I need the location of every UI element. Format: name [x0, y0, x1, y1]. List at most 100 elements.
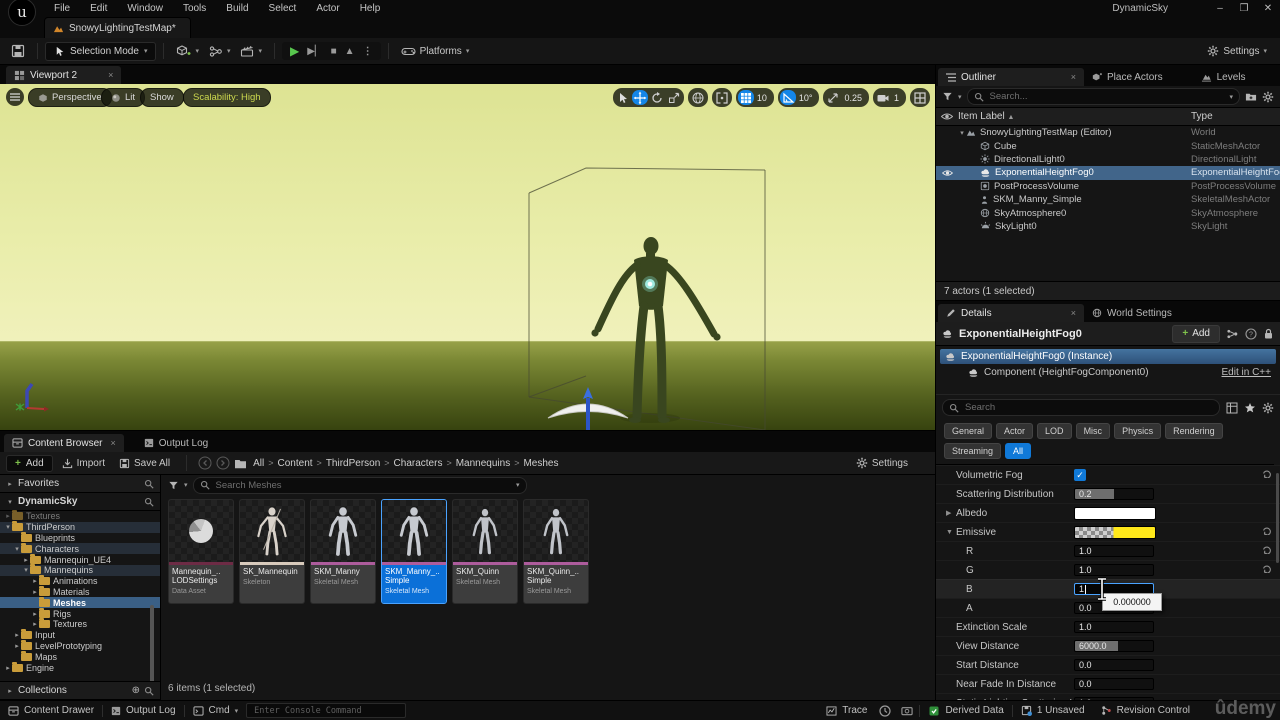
- derived-data-button[interactable]: Derived Data: [920, 701, 1011, 720]
- expand-caret[interactable]: ▸: [13, 631, 21, 639]
- filter-chip-streaming[interactable]: Streaming: [944, 443, 1001, 459]
- tree-item-animations[interactable]: ▸Animations: [0, 576, 160, 587]
- expand-caret[interactable]: ▸: [31, 620, 39, 628]
- expand-caret[interactable]: ▸: [31, 610, 39, 618]
- filter-chip-lod[interactable]: LOD: [1037, 423, 1072, 439]
- scalability-button[interactable]: Scalability: High: [183, 88, 271, 107]
- property-slider[interactable]: 6000.0: [1074, 640, 1154, 652]
- outliner-row[interactable]: ExponentialHeightFog0ExponentialHeightFo…: [936, 166, 1280, 179]
- grid-snap-icon[interactable]: [738, 90, 754, 105]
- close-icon[interactable]: ×: [110, 438, 115, 448]
- output-log-button[interactable]: Output Log: [103, 701, 183, 720]
- tree-item-engine[interactable]: ▸Engine: [0, 662, 160, 673]
- filter-funnel-icon[interactable]: [942, 91, 953, 102]
- property-slider[interactable]: 0.2: [1074, 488, 1154, 500]
- blueprint-convert-icon[interactable]: [1226, 328, 1239, 340]
- viewport-options-button[interactable]: [6, 88, 24, 106]
- outliner-row[interactable]: SkyAtmosphere0SkyAtmosphere: [936, 206, 1280, 219]
- color-swatch[interactable]: [1074, 507, 1156, 520]
- tree-item-characters[interactable]: ▾Characters: [0, 543, 160, 554]
- asset-tile-2[interactable]: SK_MannequinSkeleton: [239, 499, 305, 604]
- forward-icon[interactable]: [216, 456, 230, 470]
- content-browser-tab[interactable]: Content Browser ×: [4, 434, 124, 452]
- asset-tile-1[interactable]: Mannequin_.. LODSettingsData Asset: [168, 499, 234, 604]
- property-field[interactable]: 1.0: [1074, 564, 1154, 576]
- property-field[interactable]: 1.0: [1074, 545, 1154, 557]
- output-log-tab[interactable]: Output Log: [136, 434, 216, 452]
- details-tab[interactable]: Details ×: [938, 304, 1084, 322]
- details-search[interactable]: [942, 399, 1220, 416]
- skip-button[interactable]: ▶▏: [307, 46, 322, 57]
- menu-tools[interactable]: Tools: [173, 0, 216, 17]
- expand-caret[interactable]: ▾: [958, 129, 966, 137]
- gear-icon[interactable]: [1262, 91, 1274, 103]
- maximize-viewport-icon[interactable]: [912, 90, 928, 105]
- settings-dropdown[interactable]: Settings ▾: [1202, 42, 1272, 60]
- console-command-input[interactable]: [252, 705, 400, 717]
- trace-button[interactable]: Trace: [818, 701, 875, 720]
- breadcrumb-content[interactable]: Content: [276, 458, 315, 469]
- breadcrumb-all[interactable]: All: [251, 458, 266, 469]
- eject-button[interactable]: ▲: [345, 46, 355, 57]
- tree-item-mannequins[interactable]: ▾Mannequins: [0, 565, 160, 576]
- expander-down-icon[interactable]: ▼: [946, 529, 956, 536]
- filter-chip-general[interactable]: General: [944, 423, 992, 439]
- world-space-icon[interactable]: [690, 90, 706, 105]
- back-icon[interactable]: [198, 456, 212, 470]
- expand-caret[interactable]: ▾: [13, 545, 21, 553]
- color-swatch[interactable]: [1074, 526, 1156, 539]
- expand-caret[interactable]: ▸: [4, 512, 12, 520]
- cmd-dropdown[interactable]: Cmd ▾: [185, 701, 247, 720]
- reset-to-default-icon[interactable]: [1262, 469, 1272, 481]
- close-icon[interactable]: ×: [108, 70, 113, 80]
- tree-item-levelprototyping[interactable]: ▸LevelPrototyping: [0, 641, 160, 652]
- scale-tool[interactable]: [666, 90, 682, 105]
- tree-item-rigs[interactable]: ▸Rigs: [0, 608, 160, 619]
- details-scrollbar[interactable]: [1276, 473, 1279, 563]
- scale-snap-icon[interactable]: [825, 90, 841, 105]
- chevron-down-icon[interactable]: ▾: [184, 481, 188, 489]
- expander-right-icon[interactable]: ▶: [946, 509, 956, 517]
- add-asset-button[interactable]: + Add: [6, 455, 53, 472]
- close-button[interactable]: ✕: [1256, 1, 1280, 16]
- camera-speed-icon[interactable]: [875, 90, 891, 105]
- expand-caret[interactable]: ▾: [22, 566, 30, 574]
- help-icon[interactable]: ?: [1245, 328, 1257, 340]
- tree-item-maps[interactable]: Maps: [0, 651, 160, 662]
- rotate-tool[interactable]: [649, 90, 665, 105]
- favorites-star-icon[interactable]: [1244, 402, 1256, 414]
- outliner-row[interactable]: CubeStaticMeshActor: [936, 139, 1280, 152]
- asset-tile-3[interactable]: SKM_MannySkeletal Mesh: [310, 499, 376, 604]
- levels-tab[interactable]: Levels: [1193, 68, 1254, 86]
- asset-search-input[interactable]: [214, 479, 512, 492]
- save-level-button[interactable]: [6, 41, 30, 61]
- asset-search[interactable]: ▾: [193, 477, 527, 494]
- select-tool[interactable]: [615, 90, 631, 105]
- maximize-button[interactable]: ❐: [1232, 1, 1256, 16]
- asset-tile-6[interactable]: SKM_Quinn_.. SimpleSkeletal Mesh: [523, 499, 589, 604]
- viewport-tab[interactable]: Viewport 2 ×: [6, 66, 121, 84]
- outliner-row[interactable]: SkyLight0SkyLight: [936, 220, 1280, 233]
- favorites-section[interactable]: ▸ Favorites: [0, 475, 160, 493]
- blueprints-dropdown[interactable]: ▾: [204, 42, 236, 61]
- play-button[interactable]: ▶: [290, 44, 299, 58]
- outliner-row[interactable]: SKM_Manny_SimpleSkeletalMeshActor: [936, 193, 1280, 206]
- menu-build[interactable]: Build: [216, 0, 258, 17]
- breadcrumb-thirdperson[interactable]: ThirdPerson: [324, 458, 382, 469]
- expand-caret[interactable]: ▾: [4, 523, 12, 531]
- breadcrumb-mannequins[interactable]: Mannequins: [454, 458, 512, 469]
- import-button[interactable]: Import: [57, 455, 110, 472]
- asset-tile-5[interactable]: SKM_QuinnSkeletal Mesh: [452, 499, 518, 604]
- chevron-down-icon[interactable]: ▾: [516, 481, 520, 489]
- show-dropdown[interactable]: Show: [140, 88, 184, 107]
- filter-chip-rendering[interactable]: Rendering: [1165, 423, 1223, 439]
- filter-chip-actor[interactable]: Actor: [996, 423, 1033, 439]
- tree-item-input[interactable]: ▸Input: [0, 630, 160, 641]
- breadcrumb-characters[interactable]: Characters: [392, 458, 445, 469]
- filter-chip-all[interactable]: All: [1005, 443, 1031, 459]
- property-field[interactable]: 0.0: [1074, 678, 1154, 690]
- expand-caret[interactable]: ▸: [22, 556, 30, 564]
- scale-snap-value[interactable]: 0.25: [842, 93, 867, 103]
- world-settings-tab[interactable]: World Settings: [1084, 304, 1180, 322]
- minimize-button[interactable]: –: [1208, 1, 1232, 16]
